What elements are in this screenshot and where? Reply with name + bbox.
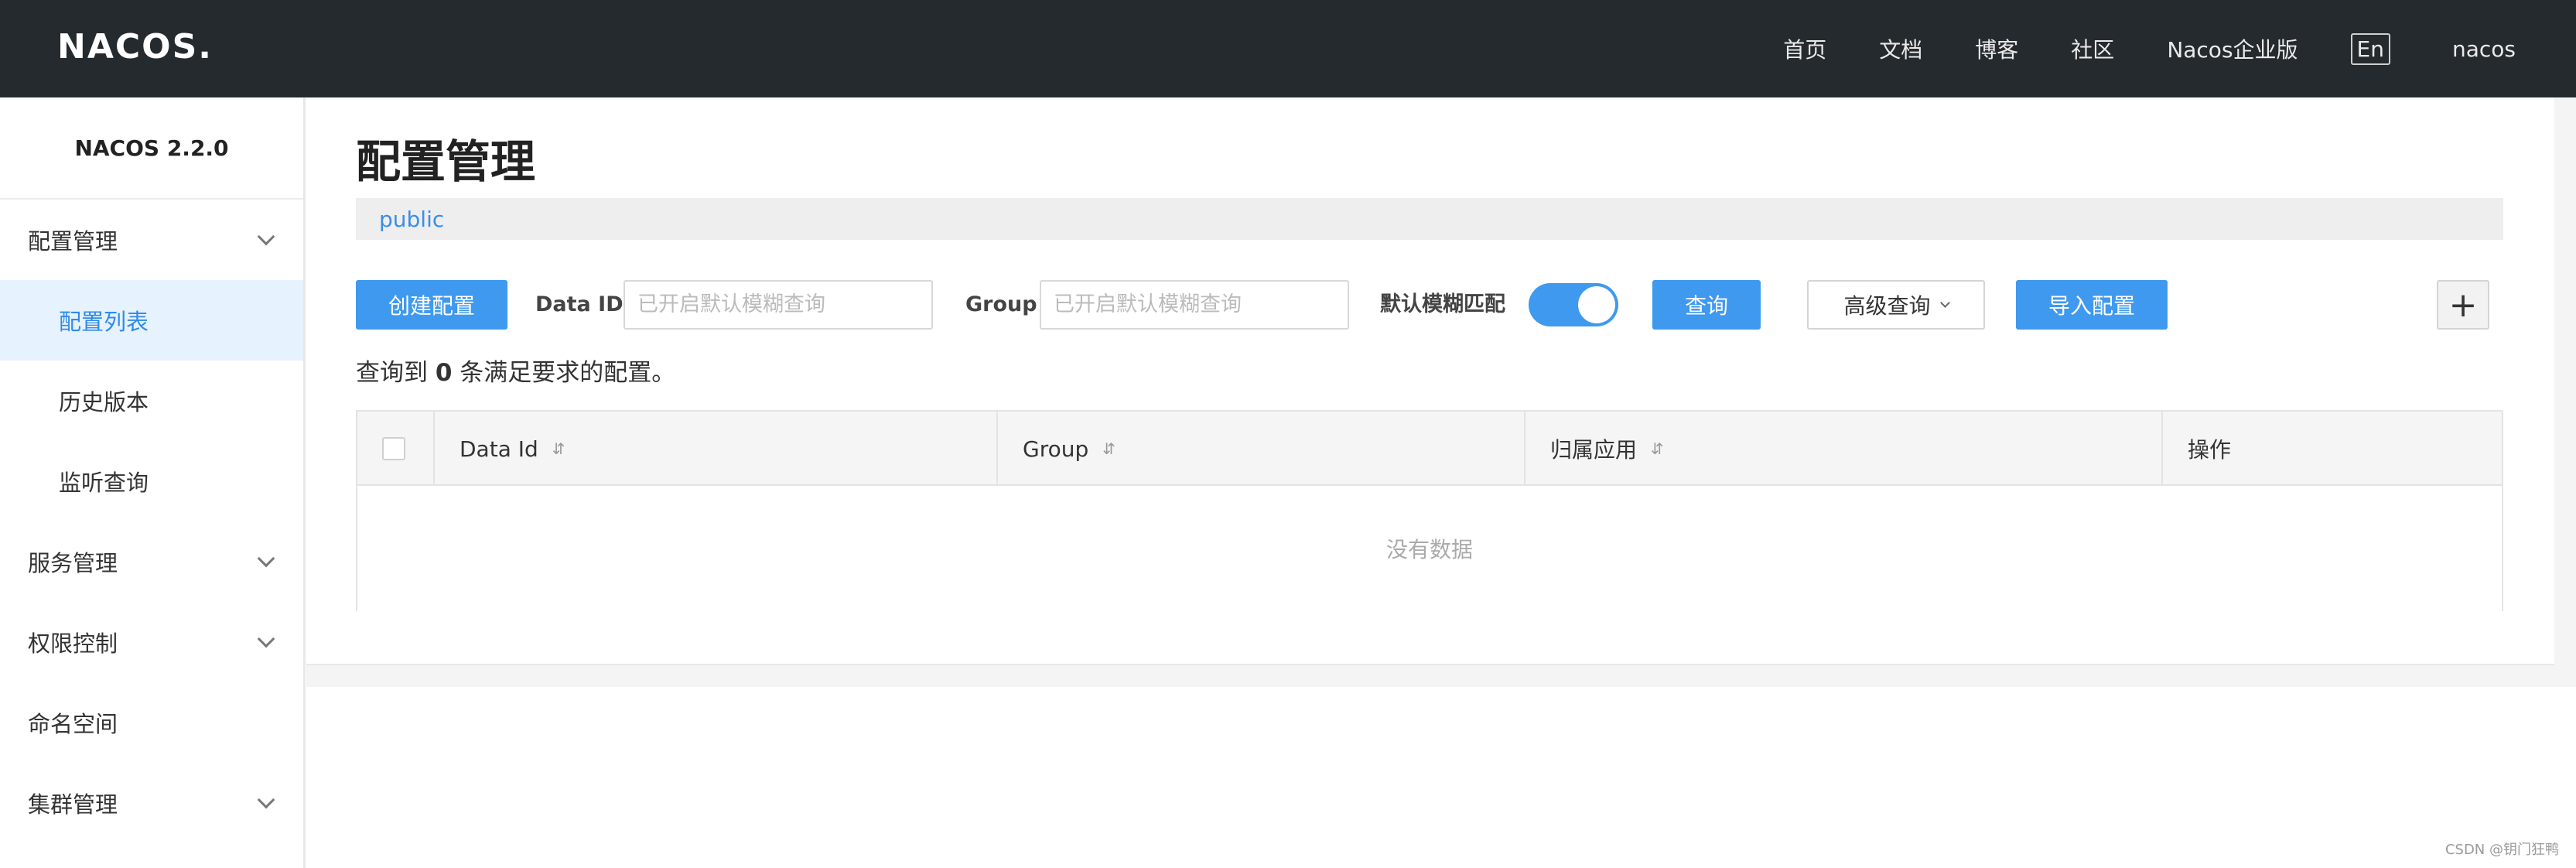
column-data-id[interactable]: Data Id ⇵	[435, 412, 998, 486]
nav-blog[interactable]: 博客	[1975, 33, 2018, 64]
column-label: 归属应用	[1550, 437, 1638, 463]
version-label: NACOS 2.2.0	[0, 97, 303, 200]
sidebar-item-label: 配置列表	[59, 309, 149, 335]
result-prefix: 查询到	[356, 359, 428, 387]
result-suffix: 条满足要求的配置。	[460, 359, 676, 387]
sidebar-item-config-management[interactable]: 配置管理	[0, 200, 303, 280]
sidebar-item-label: 集群管理	[28, 791, 118, 818]
main-panel: 配置管理 public 创建配置 Data ID 已开启默认模糊查询 Group…	[306, 97, 2554, 665]
sidebar-item-label: 服务管理	[28, 550, 118, 576]
plus-icon[interactable]: +	[2437, 280, 2489, 330]
sidebar-item-listener-query[interactable]: 监听查询	[0, 441, 303, 521]
result-summary: 查询到 0 条满足要求的配置。	[356, 353, 675, 388]
advanced-search-label: 高级查询	[1843, 293, 1931, 319]
column-app[interactable]: 归属应用 ⇵	[1525, 412, 2163, 486]
content-footer-area	[306, 687, 2576, 868]
import-config-button[interactable]: 导入配置	[2016, 280, 2168, 330]
user-menu[interactable]: nacos	[2452, 36, 2516, 62]
top-nav: 首页 文档 博客 社区 Nacos企业版 En nacos	[1783, 0, 2576, 97]
sidebar-item-label: 权限控制	[28, 630, 118, 657]
sort-icon[interactable]: ⇵	[552, 439, 565, 458]
nav-enterprise[interactable]: Nacos企业版	[2167, 33, 2298, 64]
column-label: Data Id	[460, 436, 538, 462]
sidebar-item-cluster-management[interactable]: 集群管理	[0, 763, 303, 843]
namespace-bar: public	[356, 198, 2503, 240]
dataid-label: Data ID	[535, 292, 624, 316]
language-switch[interactable]: En	[2350, 32, 2390, 65]
namespace-tab-public[interactable]: public	[379, 207, 444, 232]
sidebar-item-config-list[interactable]: 配置列表	[0, 280, 303, 361]
top-header: NACOS. 首页 文档 博客 社区 Nacos企业版 En nacos	[0, 0, 2576, 97]
dataid-input[interactable]: 已开启默认模糊查询	[624, 280, 933, 330]
sidebar-item-service-management[interactable]: 服务管理	[0, 521, 303, 602]
nacos-logo[interactable]: NACOS.	[57, 23, 213, 70]
group-label: Group	[965, 292, 1037, 316]
group-input[interactable]: 已开启默认模糊查询	[1040, 280, 1349, 330]
page-title: 配置管理	[356, 135, 536, 188]
sidebar: NACOS 2.2.0 配置管理 配置列表 历史版本 监听查询 服务管理 权限控…	[0, 97, 305, 868]
chevron-down-icon	[257, 549, 275, 568]
config-table: Data Id ⇵ Group ⇵ 归属应用 ⇵ 操作 没有数据	[356, 410, 2503, 611]
sidebar-item-namespace[interactable]: 命名空间	[0, 682, 303, 763]
chevron-down-icon	[257, 791, 275, 809]
sidebar-item-label: 监听查询	[59, 470, 149, 496]
sidebar-item-label: 历史版本	[59, 389, 149, 415]
fuzzy-match-toggle[interactable]	[1529, 283, 1618, 326]
result-count: 0	[435, 359, 453, 387]
sort-icon[interactable]: ⇵	[1651, 439, 1664, 458]
advanced-search-button[interactable]: 高级查询	[1807, 280, 1985, 330]
chevron-down-icon	[257, 630, 275, 648]
table-header: Data Id ⇵ Group ⇵ 归属应用 ⇵ 操作	[357, 412, 2502, 486]
sidebar-item-access-control[interactable]: 权限控制	[0, 602, 303, 682]
nav-community[interactable]: 社区	[2071, 33, 2114, 64]
column-label: Group	[1023, 436, 1089, 462]
search-button[interactable]: 查询	[1652, 280, 1761, 330]
fuzzy-match-label: 默认模糊匹配	[1380, 292, 1505, 316]
sidebar-item-label: 命名空间	[28, 711, 118, 737]
column-group[interactable]: Group ⇵	[998, 412, 1525, 486]
select-all-cell	[357, 412, 435, 486]
column-label: 操作	[2188, 437, 2232, 463]
create-config-button[interactable]: 创建配置	[356, 280, 507, 330]
nav-home[interactable]: 首页	[1783, 33, 1826, 64]
sidebar-item-label: 配置管理	[28, 228, 118, 255]
sidebar-item-history[interactable]: 历史版本	[0, 361, 303, 441]
chevron-down-icon	[257, 227, 275, 246]
watermark: CSDN @钥门狂鸭	[2444, 842, 2559, 858]
select-all-checkbox[interactable]	[382, 437, 405, 460]
column-actions: 操作	[2163, 412, 2502, 486]
search-toolbar: 创建配置 Data ID 已开启默认模糊查询 Group 已开启默认模糊查询 默…	[356, 280, 2503, 330]
sort-icon[interactable]: ⇵	[1102, 439, 1115, 458]
toggle-knob	[1578, 286, 1615, 323]
nav-docs[interactable]: 文档	[1879, 33, 1922, 64]
empty-state: 没有数据	[357, 486, 2502, 611]
chevron-down-icon	[1939, 298, 1950, 308]
